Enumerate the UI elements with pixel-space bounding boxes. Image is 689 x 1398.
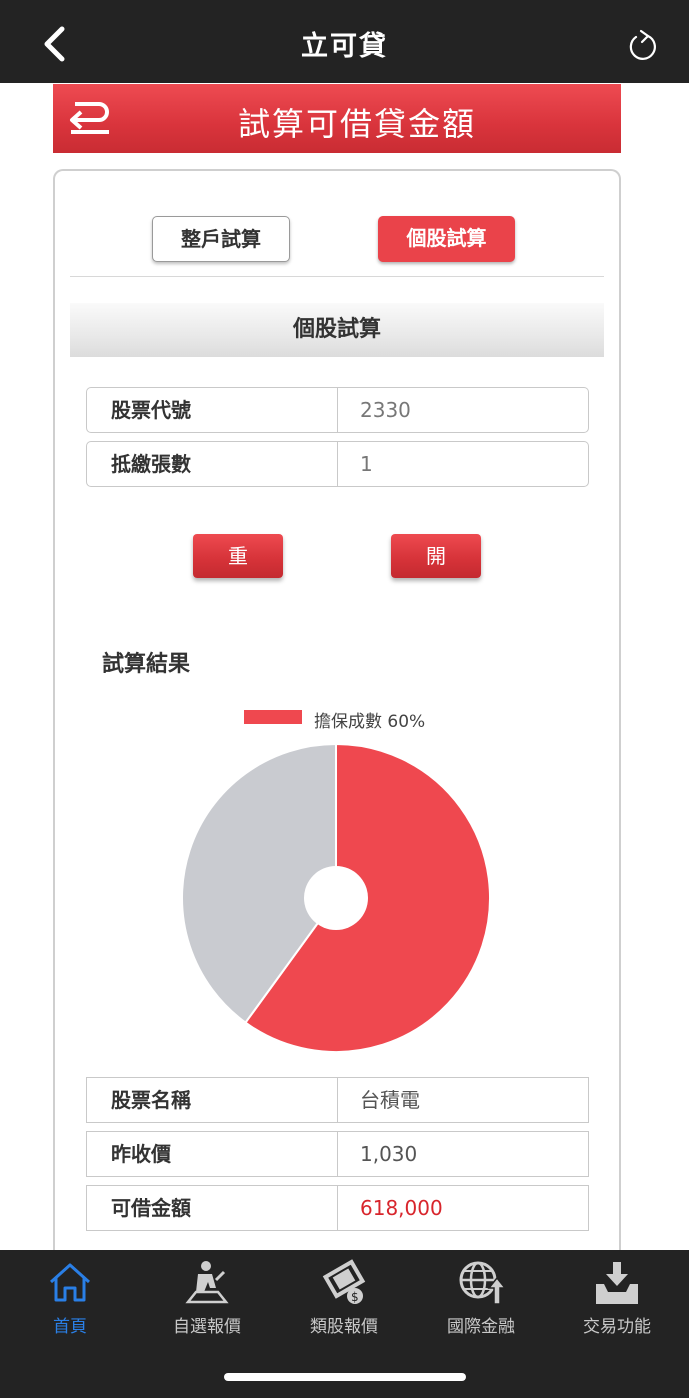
globe-icon xyxy=(459,1261,506,1305)
section-header: 個股試算 xyxy=(70,303,604,357)
svg-text:$: $ xyxy=(351,1290,359,1304)
home-icon xyxy=(49,1263,91,1302)
tab-trading-functions[interactable]: 交易功能 xyxy=(557,1258,677,1338)
tab-label: 首頁 xyxy=(53,1317,87,1337)
stock-code-label: 股票代號 xyxy=(86,387,338,433)
refresh-icon[interactable] xyxy=(626,28,660,64)
tab-international-finance[interactable]: 國際金融 xyxy=(421,1258,541,1338)
stock-name-value: 台積電 xyxy=(338,1077,589,1123)
stock-name-label: 股票名稱 xyxy=(86,1077,338,1123)
loanable-amount-row: 可借金額 618,000 xyxy=(86,1185,589,1231)
divider xyxy=(70,276,604,277)
sector-film-icon: $ xyxy=(322,1259,366,1304)
page-header-banner: 試算可借貸金額 xyxy=(53,84,621,153)
single-stock-calc-button[interactable]: 個股試算 xyxy=(378,216,515,262)
bottom-tab-bar: 首頁 自選報價 $ 類股報價 國際金融 交易功能 xyxy=(0,1250,689,1398)
nav-title: 立可貸 xyxy=(301,31,388,62)
tab-watchlist[interactable]: 自選報價 xyxy=(147,1258,267,1338)
prev-close-row: 昨收價 1,030 xyxy=(86,1131,589,1177)
legend-label: 擔保成數 60% xyxy=(314,712,426,732)
loanable-amount-value: 618,000 xyxy=(338,1185,589,1231)
top-nav-bar: 立可貸 xyxy=(0,0,689,83)
tab-home[interactable]: 首頁 xyxy=(10,1258,130,1338)
tab-label: 類股報價 xyxy=(310,1317,378,1337)
stock-code-row: 股票代號 2330 xyxy=(86,387,589,433)
home-indicator xyxy=(224,1373,466,1381)
page-title: 試算可借貸金額 xyxy=(237,105,476,143)
pledge-quantity-row: 抵繳張數 1 xyxy=(86,441,589,487)
tab-label: 自選報價 xyxy=(173,1317,241,1337)
pledge-quantity-label: 抵繳張數 xyxy=(86,441,338,487)
prev-close-label: 昨收價 xyxy=(86,1131,338,1177)
open-button[interactable]: 開 xyxy=(391,534,481,578)
tab-label: 交易功能 xyxy=(583,1317,651,1337)
collateral-ratio-pie-chart xyxy=(181,742,491,1053)
legend-swatch xyxy=(244,710,302,724)
tab-sector-quotes[interactable]: $ 類股報價 xyxy=(284,1258,404,1338)
stock-name-row: 股票名稱 台積電 xyxy=(86,1077,589,1123)
loanable-amount-label: 可借金額 xyxy=(86,1185,338,1231)
pie-center-hole xyxy=(304,866,368,930)
prev-close-value: 1,030 xyxy=(338,1131,589,1177)
pledge-quantity-input[interactable]: 1 xyxy=(338,441,589,487)
result-title: 試算結果 xyxy=(102,652,191,677)
tab-label: 國際金融 xyxy=(447,1317,515,1337)
watchlist-icon xyxy=(185,1261,229,1304)
stock-code-input[interactable]: 2330 xyxy=(338,387,589,433)
whole-account-calc-button[interactable]: 整戶試算 xyxy=(152,216,290,262)
reset-button[interactable]: 重 xyxy=(193,534,283,578)
download-tray-icon xyxy=(596,1262,638,1304)
